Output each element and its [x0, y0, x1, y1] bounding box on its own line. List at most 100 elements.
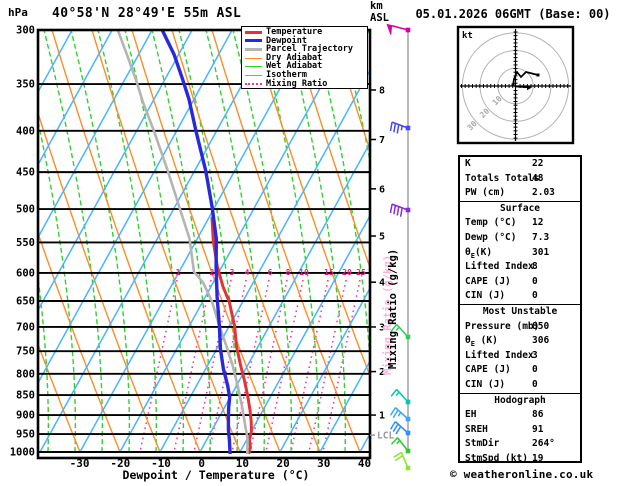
table-row: Pressure (mb) 850 [460, 320, 580, 335]
svg-text:7: 7 [379, 135, 385, 146]
table-section-header: Hodograph [494, 394, 546, 406]
table-row-label: K [465, 158, 471, 169]
svg-text:600: 600 [16, 267, 35, 279]
table-row: θE (K) 306 [460, 334, 580, 349]
lcl-label: LCL [377, 431, 394, 442]
table-row: θE(K) 301 [460, 246, 580, 261]
table-row-label: PW (cm) [465, 187, 506, 199]
table-row-value: 12 [532, 217, 544, 229]
table-section-header: Surface [499, 202, 541, 214]
table-row-label: θE (K) [465, 335, 498, 349]
svg-text:8: 8 [379, 85, 385, 96]
table-row: Totals Totals 48 [460, 172, 580, 187]
svg-text:6: 6 [268, 268, 273, 277]
altitude-unit-label: km ASL [370, 0, 389, 24]
datetime-label: 05.01.2026 06GMT (Base: 00) [415, 7, 611, 21]
table-row-label: CAPE (J) [465, 364, 511, 376]
table-row: CIN (J) 0 [460, 378, 580, 393]
copyright-watermark: © weatheronline.co.uk [450, 468, 594, 481]
table-row-value: 2.03 [532, 187, 555, 199]
table-row-label: CIN (J) [465, 378, 506, 390]
table-row-value: 19 [532, 452, 544, 464]
table-row-label: SREH [465, 423, 488, 435]
table-section: K 22 Totals Totals 48 PW (cm) 2.03 [460, 157, 580, 201]
page-title: 40°58'N 28°49'E 55m ASL [52, 6, 242, 21]
storm-motion-arrow [514, 85, 530, 89]
table-row-value: 0 [532, 290, 538, 302]
svg-text:950: 950 [16, 429, 35, 441]
mixing-ratio-axis-title: Mixing Ratio (g/kg) [387, 248, 399, 369]
table-row-value: 86 [532, 409, 544, 421]
table-row: StmDir 264° [460, 437, 580, 452]
table-row: CAPE (J) 0 [460, 363, 580, 378]
table-section-header: Most Unstable [482, 305, 558, 317]
svg-text:4: 4 [245, 268, 250, 277]
indices-table: K 22 Totals Totals 48 PW (cm) 2.03 Surface Temp… [458, 155, 582, 464]
hodograph-unit-label: kt [462, 31, 473, 41]
legend-line-sample [245, 57, 262, 59]
table-row-label: StmDir [465, 438, 500, 450]
svg-text:900: 900 [16, 410, 35, 422]
table-section-most-unstable: Most Unstable Pressure (mb) 850 θE (K) 306 Li… [460, 303, 580, 393]
svg-text:8: 8 [286, 268, 291, 277]
table-row: Lifted Index 8 [460, 260, 580, 275]
table-row-value: 3 [532, 349, 538, 361]
svg-text:650: 650 [16, 296, 35, 308]
table-row-label: Pressure (mb) [465, 320, 540, 332]
table-row-value: 264° [532, 438, 555, 450]
svg-text:300: 300 [16, 25, 35, 37]
legend-line-sample [245, 82, 262, 85]
table-row-value: 0 [532, 378, 538, 390]
table-row-value: 22 [532, 158, 544, 169]
svg-text:1000: 1000 [10, 447, 35, 459]
table-row-label: Dewp (°C) [465, 231, 517, 243]
table-row-value: 306 [532, 335, 550, 347]
svg-text:6: 6 [379, 184, 385, 195]
table-row: EH 86 [460, 408, 580, 423]
legend: Temperature Dewpoint Parcel Trajectory Dry … [241, 26, 368, 89]
svg-text:800: 800 [16, 368, 35, 380]
svg-text:1: 1 [379, 411, 385, 422]
svg-text:700: 700 [16, 321, 35, 333]
table-row-label: Lifted Index [465, 261, 534, 273]
table-row-label: Lifted Index [465, 349, 534, 361]
svg-text:5: 5 [379, 232, 385, 243]
svg-text:550: 550 [16, 237, 35, 249]
table-row-label: StmSpd (kt) [465, 452, 528, 464]
table-row-value: 0 [532, 275, 538, 287]
legend-line-sample [245, 47, 262, 51]
sounding-app: { "header": { "pressure_unit": "hPa", "t… [0, 0, 629, 486]
legend-line-sample [245, 39, 262, 43]
svg-text:10: 10 [299, 268, 309, 277]
table-row-label: θE(K) [465, 246, 493, 260]
table-row: SREH 91 [460, 423, 580, 438]
pressure-unit-label: hPa [8, 6, 28, 19]
table-row: Lifted Index 3 [460, 349, 580, 364]
hodograph-panel: 102030kt [456, 25, 575, 145]
svg-text:3: 3 [230, 268, 235, 277]
table-row-label: Temp (°C) [465, 217, 517, 229]
table-section-hodograph: Hodograph EH 86 SREH 91 StmDir 264° StmSpd (kt)… [460, 392, 580, 467]
table-row-value: 7.3 [532, 231, 550, 243]
svg-text:500: 500 [16, 204, 35, 216]
table-row: PW (cm) 2.03 [460, 186, 580, 201]
table-row: CIN (J) 0 [460, 289, 580, 304]
svg-text:25: 25 [356, 268, 366, 277]
table-row: StmSpd (kt) 19 [460, 452, 580, 467]
table-row-label: Totals Totals [465, 172, 540, 184]
table-row-label: CIN (J) [465, 290, 506, 302]
table-row: CAPE (J) 0 [460, 275, 580, 290]
svg-text:400: 400 [16, 125, 35, 137]
svg-text:450: 450 [16, 167, 35, 179]
table-row-value: 850 [532, 320, 550, 332]
legend-line-sample [245, 30, 262, 34]
table-row-value: 301 [532, 246, 550, 258]
wind-barb [393, 451, 411, 471]
x-axis-title: Dewpoint / Temperature (°C) [122, 468, 310, 482]
table-row: K 22 [460, 157, 580, 172]
svg-text:1: 1 [176, 268, 181, 277]
svg-text:350: 350 [16, 79, 35, 91]
svg-text:15: 15 [324, 268, 334, 277]
legend-item-mixing-ratio: Mixing Ratio [245, 79, 367, 89]
wind-barb [386, 23, 411, 35]
